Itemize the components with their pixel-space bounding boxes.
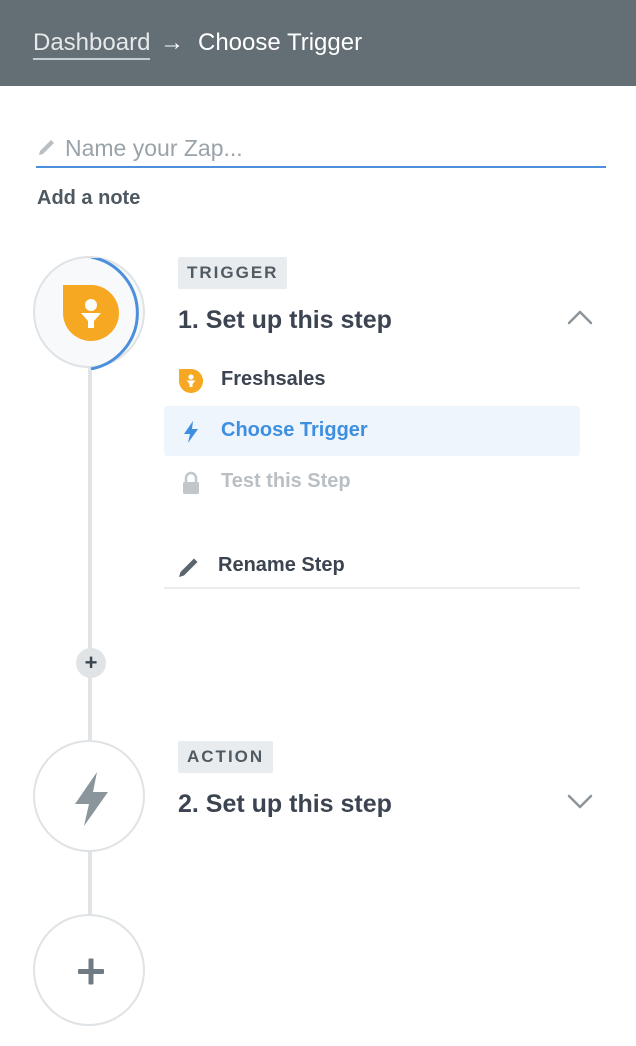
- freshsales-icon: [63, 285, 119, 341]
- plus-icon: [78, 958, 104, 985]
- zap-name-field: [36, 130, 606, 168]
- step-connector-line: [88, 368, 92, 740]
- freshsales-icon: [179, 369, 203, 393]
- divider: [164, 587, 580, 589]
- trigger-step-title[interactable]: 1. Set up this step: [178, 306, 392, 335]
- zap-name-input[interactable]: [65, 132, 595, 164]
- chevron-up-icon[interactable]: [566, 308, 594, 326]
- menu-item-label: Freshsales: [221, 368, 326, 390]
- trigger-step-circle[interactable]: [33, 256, 145, 370]
- action-step-title[interactable]: 2. Set up this step: [178, 790, 392, 819]
- add-step-between-button[interactable]: +: [76, 648, 106, 678]
- menu-item-label: Rename Step: [218, 554, 345, 576]
- pencil-icon: [179, 558, 198, 577]
- trigger-badge: TRIGGER: [178, 257, 288, 289]
- menu-item-test-step: Test this Step: [164, 457, 580, 507]
- pencil-icon: [39, 140, 54, 155]
- action-badge: ACTION: [178, 741, 274, 773]
- breadcrumb-current: Choose Trigger: [198, 29, 363, 56]
- chevron-down-icon[interactable]: [566, 792, 594, 810]
- breadcrumb-dashboard-link[interactable]: Dashboard: [33, 29, 151, 60]
- lock-icon: [183, 471, 199, 494]
- menu-item-choose-trigger[interactable]: Choose Trigger: [164, 406, 580, 456]
- menu-item-rename-step[interactable]: Rename Step: [164, 541, 580, 591]
- menu-item-freshsales[interactable]: Freshsales: [164, 355, 580, 405]
- action-step-circle[interactable]: [33, 740, 145, 852]
- add-step-button[interactable]: [33, 914, 145, 1026]
- menu-item-label: Test this Step: [221, 470, 351, 492]
- step-connector-line: [88, 852, 92, 914]
- top-bar: Dashboard → Choose Trigger: [0, 0, 636, 86]
- add-note-link[interactable]: Add a note: [37, 187, 140, 210]
- breadcrumb-arrow: →: [160, 29, 184, 56]
- lightning-icon: [184, 421, 198, 443]
- menu-item-label: Choose Trigger: [221, 419, 368, 441]
- lightning-icon: [75, 772, 108, 826]
